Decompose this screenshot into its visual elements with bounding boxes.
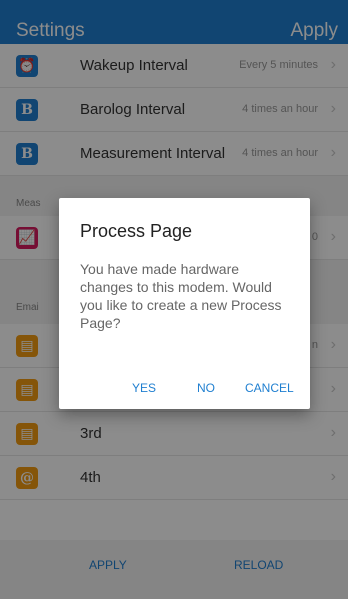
no-button[interactable]: NO (197, 381, 215, 395)
dialog-message: You have made hardware changes to this m… (80, 261, 282, 331)
settings-screen: Settings Apply ⏰ Wakeup Interval Every 5… (0, 0, 348, 599)
yes-button[interactable]: YES (132, 381, 156, 395)
dialog-title: Process Page (80, 221, 193, 241)
process-page-dialog: Process Page You have made hardware chan… (59, 198, 310, 409)
cancel-button[interactable]: CANCEL (245, 381, 294, 395)
